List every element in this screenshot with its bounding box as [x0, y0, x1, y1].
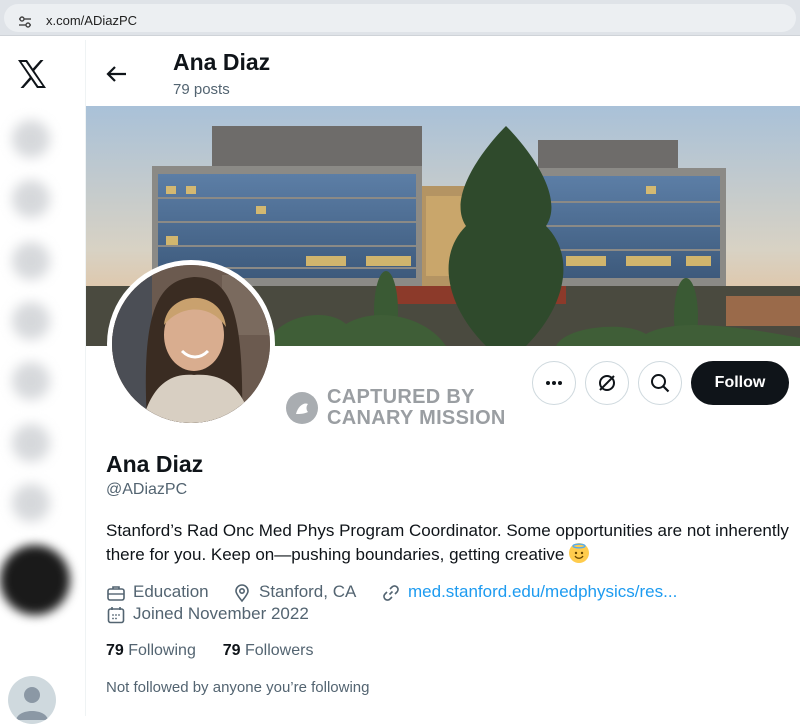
- followers-you-know-note: Not followed by anyone you’re following: [106, 679, 370, 696]
- search-button[interactable]: [638, 361, 682, 405]
- following-label: Following: [128, 642, 196, 659]
- url-field[interactable]: x.com/ADiazPC: [4, 4, 796, 32]
- link-icon: [383, 585, 399, 601]
- watermark-line2: CANARY MISSION: [327, 407, 506, 429]
- smiling-face-with-halo-emoji: [569, 543, 590, 563]
- arrow-left-icon[interactable]: [104, 62, 130, 86]
- avatar-photo: [112, 265, 270, 423]
- bird-logo-icon: [286, 392, 318, 424]
- account-avatar[interactable]: [8, 676, 56, 724]
- following-link[interactable]: 79 Following: [106, 642, 196, 659]
- profile-handle: @ADiazPC: [106, 481, 188, 498]
- browser-address-bar: x.com/ADiazPC: [0, 0, 800, 36]
- more-button[interactable]: [532, 361, 576, 405]
- default-avatar-icon: [16, 687, 48, 720]
- nav-item-notifications[interactable]: [12, 242, 50, 280]
- joined-label: Joined November 2022: [133, 604, 309, 623]
- search-icon: [651, 374, 670, 393]
- nav-item-explore[interactable]: [12, 180, 50, 218]
- following-count: 79: [106, 642, 124, 659]
- profile-name: Ana Diaz: [106, 451, 204, 477]
- sidebar-nav: [0, 40, 86, 724]
- url-text[interactable]: x.com/ADiazPC: [46, 13, 137, 28]
- location-pin-icon: [235, 584, 249, 603]
- location-label: Stanford, CA: [259, 582, 357, 601]
- briefcase-icon: [107, 586, 125, 601]
- watermark-line1: CAPTURED BY: [327, 386, 475, 408]
- nav-item-messages[interactable]: [12, 302, 50, 340]
- more-horizontal-icon: [546, 381, 562, 385]
- calendar-icon: [107, 607, 125, 624]
- nav-item-home[interactable]: [12, 120, 50, 158]
- profile-bio: Stanford’s Rad Onc Med Phys Program Coor…: [106, 519, 796, 567]
- x-logo-icon[interactable]: [16, 58, 48, 90]
- followers-count: 79: [222, 642, 241, 659]
- tune-icon[interactable]: [18, 15, 32, 29]
- nav-item-profile[interactable]: [12, 424, 50, 462]
- grok-icon: [599, 375, 615, 391]
- category-label: Education: [133, 582, 209, 601]
- nav-item-more[interactable]: [12, 484, 50, 522]
- header-post-count: 79 posts: [173, 81, 230, 98]
- post-button[interactable]: [0, 545, 70, 615]
- nav-item-grok[interactable]: [12, 362, 50, 400]
- follow-counts: 79 Following 79 Followers: [106, 642, 313, 660]
- website-link[interactable]: med.stanford.edu/medphysics/res...: [408, 582, 677, 602]
- bio-text: Stanford’s Rad Onc Med Phys Program Coor…: [106, 521, 789, 564]
- followers-link[interactable]: 79 Followers: [223, 642, 314, 659]
- followers-label: Followers: [245, 642, 314, 659]
- profile-avatar[interactable]: [107, 260, 275, 428]
- follow-button[interactable]: Follow: [691, 361, 789, 405]
- grok-button[interactable]: [585, 361, 629, 405]
- header-title: Ana Diaz: [173, 49, 271, 75]
